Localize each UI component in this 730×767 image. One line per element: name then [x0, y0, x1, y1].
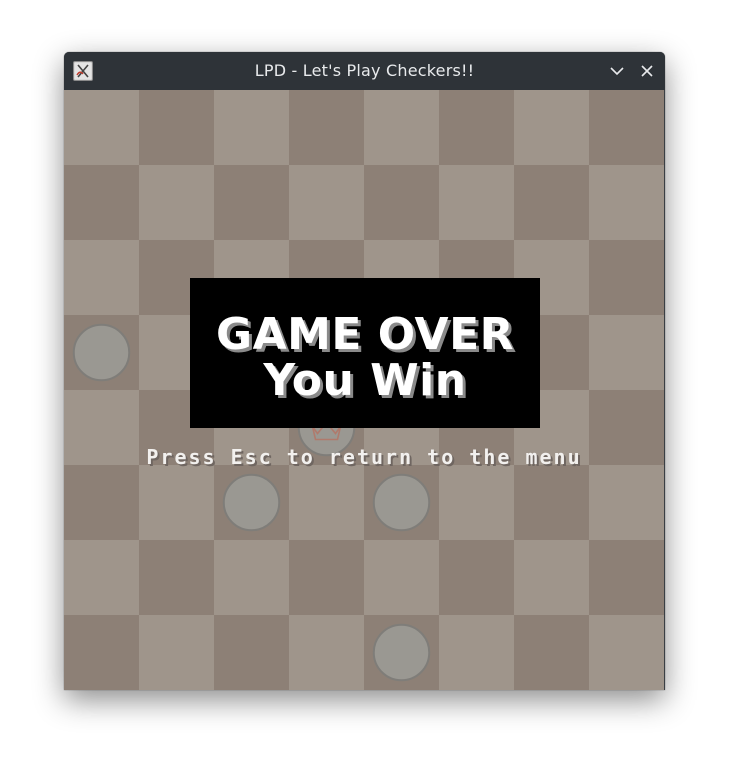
dark-square[interactable]: [289, 540, 364, 615]
light-square[interactable]: [139, 165, 214, 240]
light-square[interactable]: [64, 240, 139, 315]
light-square[interactable]: [139, 615, 214, 690]
light-square[interactable]: [289, 465, 364, 540]
light-square[interactable]: [439, 615, 514, 690]
checker-piece[interactable]: [72, 323, 131, 382]
light-square[interactable]: [364, 540, 439, 615]
dark-square[interactable]: [64, 165, 139, 240]
checker-piece[interactable]: [372, 473, 431, 532]
result-text: You Win: [263, 355, 467, 406]
dark-square[interactable]: [439, 90, 514, 165]
light-square[interactable]: [514, 90, 589, 165]
dark-square[interactable]: [364, 165, 439, 240]
light-square[interactable]: [139, 465, 214, 540]
light-square[interactable]: [64, 90, 139, 165]
window-title: LPD - Let's Play Checkers!!: [254, 61, 475, 80]
dark-square[interactable]: [214, 165, 289, 240]
light-square[interactable]: [514, 540, 589, 615]
dark-square[interactable]: [214, 615, 289, 690]
light-square[interactable]: [289, 165, 364, 240]
checker-piece[interactable]: [222, 473, 281, 532]
dark-square[interactable]: [139, 90, 214, 165]
light-square[interactable]: [364, 90, 439, 165]
checkers-board[interactable]: GAME OVER You Win Press Esc to return to…: [64, 90, 664, 690]
checker-piece[interactable]: [372, 623, 431, 682]
light-square[interactable]: [439, 465, 514, 540]
light-square[interactable]: [214, 90, 289, 165]
dark-square[interactable]: [139, 540, 214, 615]
dark-square[interactable]: [514, 165, 589, 240]
dark-square[interactable]: [589, 540, 664, 615]
light-square[interactable]: [214, 540, 289, 615]
light-square[interactable]: [589, 615, 664, 690]
dark-square[interactable]: [64, 465, 139, 540]
return-hint: Press Esc to return to the menu: [146, 445, 582, 469]
light-square[interactable]: [439, 165, 514, 240]
light-square[interactable]: [589, 165, 664, 240]
dark-square[interactable]: [514, 615, 589, 690]
title-bar[interactable]: LPD - Let's Play Checkers!!: [64, 52, 665, 90]
light-square[interactable]: [589, 315, 664, 390]
minimize-chevron-icon[interactable]: [607, 61, 627, 81]
close-icon[interactable]: [637, 61, 657, 81]
dark-square[interactable]: [64, 615, 139, 690]
light-square[interactable]: [64, 540, 139, 615]
game-over-panel: GAME OVER You Win: [190, 278, 540, 428]
dark-square[interactable]: [439, 540, 514, 615]
dark-square[interactable]: [589, 90, 664, 165]
game-over-heading: GAME OVER: [215, 309, 515, 360]
dark-square[interactable]: [289, 90, 364, 165]
light-square[interactable]: [289, 615, 364, 690]
dark-square[interactable]: [589, 240, 664, 315]
light-square[interactable]: [589, 465, 664, 540]
app-icon[interactable]: [73, 61, 93, 81]
dark-square[interactable]: [514, 465, 589, 540]
game-window: LPD - Let's Play Checkers!! GAME OVER Yo…: [64, 52, 665, 690]
